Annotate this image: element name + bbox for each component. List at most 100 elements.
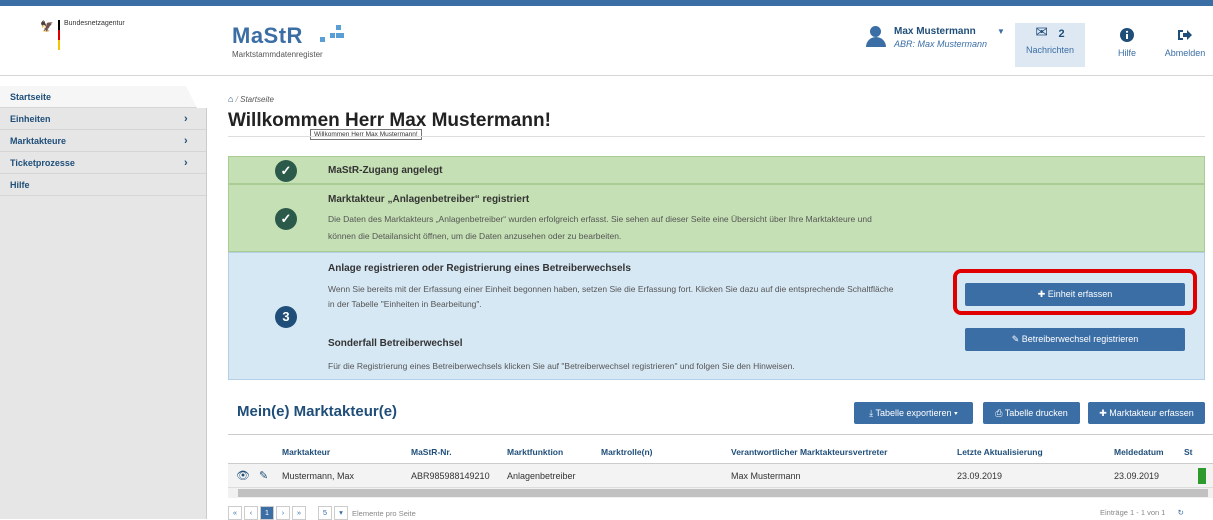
col-header[interactable]: Meldedatum <box>1114 447 1164 457</box>
highlight-box <box>953 269 1197 315</box>
page-size-dropdown-icon[interactable]: ▾ <box>334 506 348 520</box>
eagle-icon: 🦅 <box>40 21 54 33</box>
print-button[interactable]: ⎙ Tabelle drucken <box>983 402 1080 424</box>
user-icon <box>866 26 886 47</box>
col-header[interactable]: Verantwortlicher Marktakteursvertreter <box>731 447 887 457</box>
mastr-logo[interactable]: MaStR Marktstammdatenregister <box>232 23 344 59</box>
sidebar-item-hilfe[interactable]: Hilfe <box>0 174 206 196</box>
user-name: Max Mustermann <box>894 26 976 37</box>
caret-down-icon: ▾ <box>951 408 958 418</box>
pencil-icon: ✎ <box>1011 334 1022 344</box>
cell-updated: 23.09.2019 <box>957 471 1003 481</box>
messages-count: 2 <box>1058 28 1065 40</box>
step-sub-title: Sonderfall Betreiberwechsel <box>328 338 463 349</box>
sidebar-item-einheiten[interactable]: Einheiten › <box>0 108 206 130</box>
check-icon: ✓ <box>275 208 297 230</box>
logout-button[interactable]: Abmelden <box>1162 28 1208 58</box>
sidebar-item-label: Startseite <box>10 92 52 102</box>
add-marktakteur-label: Marktakteur erfassen <box>1109 408 1194 418</box>
export-button[interactable]: ⤓ Tabelle exportieren ▾ <box>854 402 973 424</box>
sidebar-item-ticketprozesse[interactable]: Ticketprozesse › <box>0 152 206 174</box>
sidebar-item-label: Marktakteure <box>10 136 67 146</box>
step-desc: können die Detailansicht öffnen, um die … <box>328 231 622 241</box>
breadcrumb-current: Startseite <box>240 95 274 104</box>
col-header[interactable]: St <box>1184 447 1193 457</box>
step-title: Anlage registrieren oder Registrierung e… <box>328 263 631 274</box>
sidebar-item-startseite[interactable]: Startseite <box>0 86 206 108</box>
messages-button[interactable]: ✉ 2 Nachrichten <box>1015 23 1085 67</box>
pagination: « ‹ 1 › » 5 ▾ Elemente pro Seite <box>228 506 416 520</box>
chevron-right-icon: › <box>184 135 188 147</box>
help-button[interactable]: Hilfe <box>1113 28 1141 58</box>
export-label: Tabelle exportieren <box>875 408 952 418</box>
betreiberwechsel-button[interactable]: ✎ Betreiberwechsel registrieren <box>965 328 1185 351</box>
header: 🦅 Bundesnetzagentur MaStR Marktstammdate… <box>0 6 1213 76</box>
page-size-label: Elemente pro Seite <box>352 508 416 518</box>
step-desc: Wenn Sie bereits mit der Erfassung einer… <box>328 284 894 294</box>
table-row[interactable]: 👁 ✎ Mustermann, Max ABR985988149210 Anla… <box>228 464 1213 488</box>
sidebar: Startseite Einheiten › Marktakteure › Ti… <box>0 86 207 519</box>
refresh-icon[interactable]: ↻ <box>1178 508 1184 517</box>
entries-info: Einträge 1 - 1 von 1 ↻ <box>1100 508 1184 517</box>
logo-dots-icon <box>316 25 346 45</box>
step-title: Marktakteur „Anlagenbetreiber“ registrie… <box>328 194 530 205</box>
sidebar-item-label: Einheiten <box>10 114 51 124</box>
col-header[interactable]: Marktakteur <box>282 447 330 457</box>
betreiberwechsel-label: Betreiberwechsel registrieren <box>1021 334 1139 344</box>
add-marktakteur-button[interactable]: ✚ Marktakteur erfassen <box>1088 402 1205 424</box>
step-sub-desc: Für die Registrierung eines Betreiberwec… <box>328 361 795 371</box>
sidebar-item-marktakteure[interactable]: Marktakteure › <box>0 130 206 152</box>
caret-down-icon: ▼ <box>997 27 1005 36</box>
first-page-button[interactable]: « <box>228 506 242 520</box>
step-zugang: ✓ MaStR-Zugang angelegt <box>228 156 1205 184</box>
step-desc: in der Tabelle "Einheiten in Bearbeitung… <box>328 299 482 309</box>
step-number: 3 <box>275 306 297 328</box>
sidebar-item-label: Hilfe <box>10 180 30 190</box>
next-page-button[interactable]: › <box>276 506 290 520</box>
entries-info-text: Einträge 1 - 1 von 1 <box>1100 508 1166 517</box>
title-divider <box>228 136 1205 137</box>
agency-logo[interactable]: 🦅 Bundesnetzagentur <box>40 20 125 50</box>
cell-date: 23.09.2019 <box>1114 471 1160 481</box>
last-page-button[interactable]: » <box>292 506 306 520</box>
cell-nr: ABR985988149210 <box>411 471 490 481</box>
logout-label: Abmelden <box>1164 48 1206 58</box>
info-icon <box>1113 28 1141 46</box>
plus-icon: ✚ <box>1099 408 1110 418</box>
scrollbar-thumb[interactable] <box>238 489 1208 497</box>
flag-stripe <box>58 20 60 50</box>
cell-function: Anlagenbetreiber <box>507 471 576 481</box>
chevron-right-icon: › <box>184 157 188 169</box>
title-tooltip: Willkommen Herr Max Mustermann! <box>310 129 422 140</box>
page-size-value[interactable]: 5 <box>318 506 332 520</box>
breadcrumb: ⌂ / Startseite <box>228 94 274 104</box>
table-header: Marktakteur MaStR-Nr. Marktfunktion Mark… <box>228 434 1213 464</box>
horizontal-scrollbar[interactable] <box>228 488 1213 498</box>
logo-sub: Marktstammdatenregister <box>232 50 323 59</box>
col-header[interactable]: Letzte Aktualisierung <box>957 447 1043 457</box>
status-badge <box>1198 468 1206 484</box>
help-label: Hilfe <box>1117 48 1136 58</box>
user-abr: ABR: Max Mustermann <box>894 39 988 49</box>
step-marktakteur: ✓ Marktakteur „Anlagenbetreiber“ registr… <box>228 184 1205 252</box>
envelope-icon: ✉ <box>1035 24 1048 41</box>
messages-label: Nachrichten <box>1025 45 1075 55</box>
cell-rep: Max Mustermann <box>731 471 801 481</box>
home-icon[interactable]: ⌂ <box>228 94 233 104</box>
chevron-right-icon: › <box>184 113 188 125</box>
agency-name: Bundesnetzagentur <box>64 20 125 27</box>
col-header[interactable]: Marktfunktion <box>507 447 563 457</box>
prev-page-button[interactable]: ‹ <box>244 506 258 520</box>
step-title: MaStR-Zugang angelegt <box>328 165 443 176</box>
check-icon: ✓ <box>275 160 297 182</box>
print-label: Tabelle drucken <box>1004 408 1068 418</box>
logo-main: MaStR <box>232 23 303 48</box>
user-menu[interactable]: Max Mustermann ABR: Max Mustermann ▼ <box>866 26 1005 49</box>
col-header[interactable]: Marktrolle(n) <box>601 447 652 457</box>
page-1-button[interactable]: 1 <box>260 506 274 520</box>
pencil-icon[interactable]: ✎ <box>259 469 268 482</box>
eye-icon[interactable]: 👁 <box>236 469 250 482</box>
section-title: Mein(e) Marktakteur(e) <box>237 403 398 420</box>
col-header[interactable]: MaStR-Nr. <box>411 447 452 457</box>
sign-out-icon <box>1162 28 1208 46</box>
